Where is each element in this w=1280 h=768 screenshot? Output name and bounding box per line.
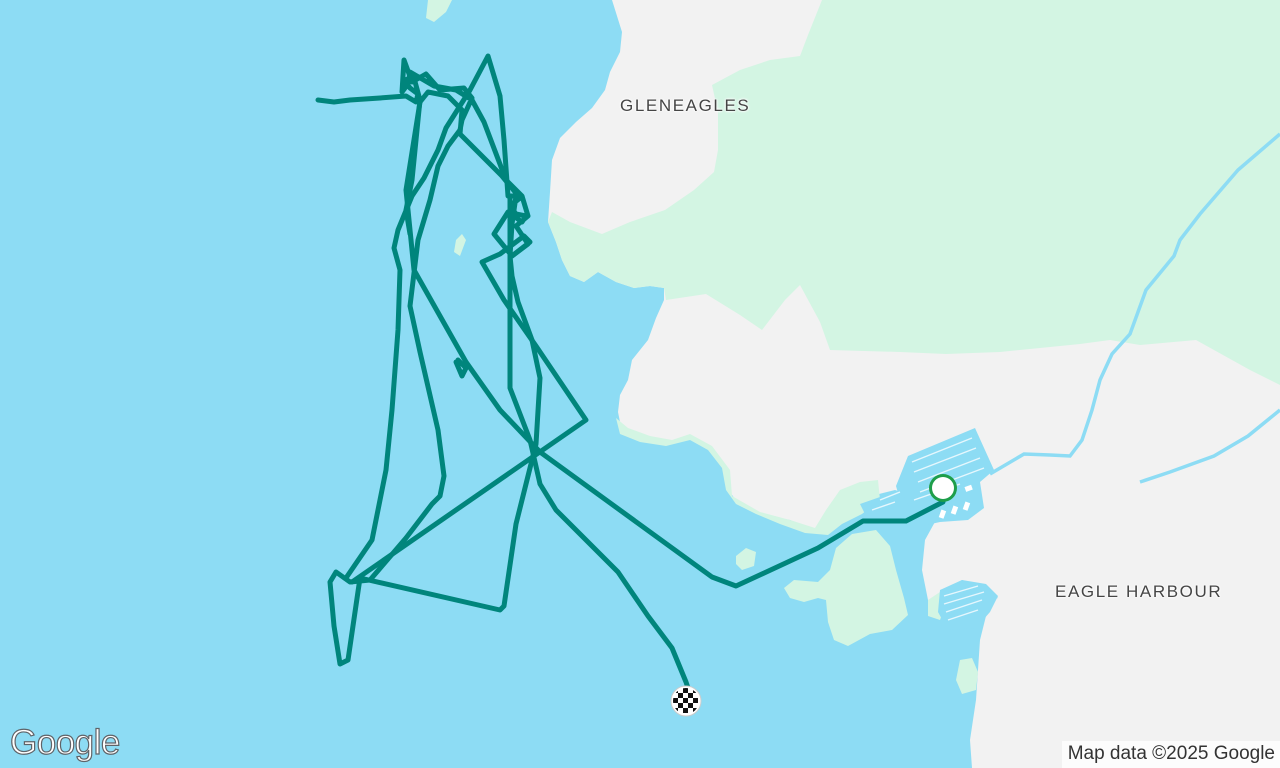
google-logo[interactable]: Google (9, 722, 121, 763)
place-label-eagle-harbour: EAGLE HARBOUR (1055, 582, 1223, 601)
map-canvas[interactable]: GLENEAGLES EAGLE HARBOUR Google Map data… (0, 0, 1280, 768)
place-label-gleneagles: GLENEAGLES (620, 96, 751, 115)
checkered-flag-icon[interactable] (670, 685, 702, 717)
map-attribution[interactable]: Map data ©2025 Google (1061, 741, 1280, 768)
start-circle-icon[interactable] (929, 474, 957, 502)
